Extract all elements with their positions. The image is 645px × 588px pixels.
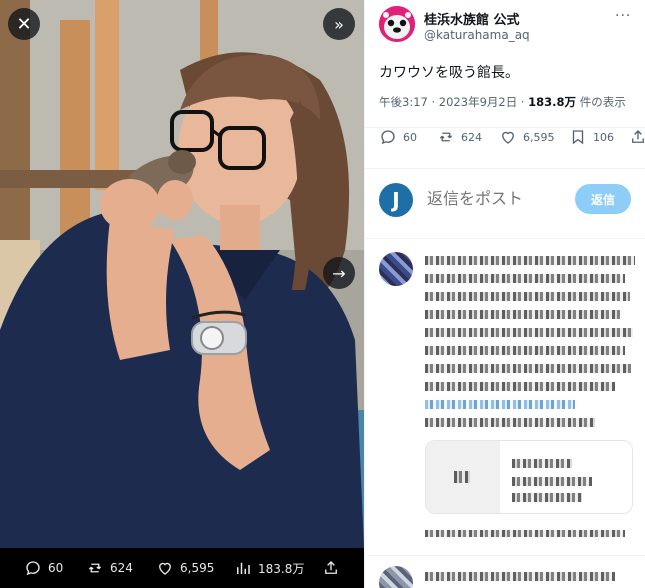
views-icon [237, 562, 250, 574]
repost-count: 624 [461, 130, 482, 144]
obscured-text [512, 493, 582, 502]
heart-icon [502, 131, 514, 144]
tweet-time[interactable]: 午後3:17 [379, 95, 428, 109]
collapse-panel-button[interactable]: » [323, 8, 355, 40]
otter-mascot-icon [379, 6, 415, 42]
viewer-share-button[interactable] [322, 559, 340, 577]
author-display-name[interactable]: 桂浜水族館 公式 [424, 9, 520, 28]
obscured-text [425, 418, 595, 427]
reply-button[interactable]: 60 [379, 128, 417, 146]
obscured-link-card[interactable] [425, 440, 633, 514]
reply-submit-button[interactable]: 返信 [575, 184, 631, 214]
obscured-text [425, 364, 631, 373]
reply-composer: J 返信 [365, 175, 645, 225]
viewer-like-count: 6,595 [180, 561, 215, 575]
author-avatar[interactable] [379, 6, 415, 42]
tweet-view-count: 183.8万 [528, 95, 577, 109]
media-action-bar: 60 624 6,595 183.8万 [0, 548, 364, 588]
heart-icon [159, 562, 171, 575]
meta-separator: · [517, 95, 529, 109]
obscured-text [425, 346, 625, 355]
share-icon [632, 130, 644, 143]
share-icon [325, 561, 337, 574]
share-button[interactable] [629, 128, 645, 146]
tweet-date[interactable]: 2023年9月2日 [439, 95, 517, 109]
card-thumbnail [426, 441, 500, 513]
viewer-repost-count: 624 [110, 561, 133, 575]
bookmark-icon [572, 130, 584, 145]
reply-input[interactable] [425, 188, 569, 209]
more-icon: ··· [615, 8, 632, 24]
obscured-text [512, 477, 592, 486]
more-options-button[interactable]: ··· [615, 8, 631, 24]
like-count: 6,595 [523, 130, 555, 144]
close-icon: ✕ [16, 13, 32, 35]
obscured-avatar [379, 566, 413, 588]
viewer-views-button[interactable]: 183.8万 [234, 559, 304, 577]
photo-illustration [0, 0, 364, 548]
obscured-text [425, 256, 635, 265]
obscured-text [425, 292, 630, 301]
reply-icon [26, 561, 40, 576]
bookmark-count: 106 [593, 130, 614, 144]
viewer-reply-count: 60 [48, 561, 64, 575]
media-viewer: ✕ » → 60 624 6,595 183.8万 [0, 0, 364, 588]
viewer-view-count: 183.8万 [258, 561, 305, 576]
divider [365, 168, 645, 169]
close-button[interactable]: ✕ [8, 8, 40, 40]
obscured-actions [425, 530, 625, 537]
tweet-photo [0, 0, 364, 548]
divider [365, 238, 645, 239]
bookmark-button[interactable]: 106 [569, 128, 614, 146]
repost-icon [88, 563, 102, 573]
divider [365, 555, 645, 556]
double-chevron-right-icon: » [334, 14, 344, 34]
obscured-text [425, 572, 615, 581]
arrow-right-icon: → [332, 263, 346, 283]
viewer-reply-button[interactable]: 60 [24, 559, 63, 577]
obscured-text [512, 459, 572, 468]
tweet-detail-panel: 桂浜水族館 公式 @katurahama_aq ··· カワウソを吸う館長。 午… [364, 0, 645, 588]
tweet-view-label: 件の表示 [576, 95, 626, 109]
repost-button[interactable]: 624 [437, 128, 482, 146]
author-handle[interactable]: @katurahama_aq [424, 28, 530, 42]
current-user-avatar[interactable]: J [379, 183, 413, 217]
viewer-like-button[interactable]: 6,595 [156, 559, 214, 577]
meta-separator: · [427, 95, 439, 109]
repost-icon [439, 132, 453, 142]
viewer-repost-button[interactable]: 624 [86, 559, 133, 577]
obscured-text [425, 382, 615, 391]
obscured-link [425, 400, 575, 409]
obscured-text [425, 274, 625, 283]
reply-icon [381, 130, 395, 145]
obscured-avatar [379, 252, 413, 286]
next-image-button[interactable]: → [323, 257, 355, 289]
tweet-meta: 午後3:17 · 2023年9月2日 · 183.8万 件の表示 [379, 94, 626, 110]
reply-count: 60 [403, 130, 417, 144]
tweet-text: カワウソを吸う館長。 [379, 65, 519, 81]
obscured-text [425, 328, 633, 337]
like-button[interactable]: 6,595 [499, 128, 555, 146]
obscured-text [425, 310, 620, 319]
